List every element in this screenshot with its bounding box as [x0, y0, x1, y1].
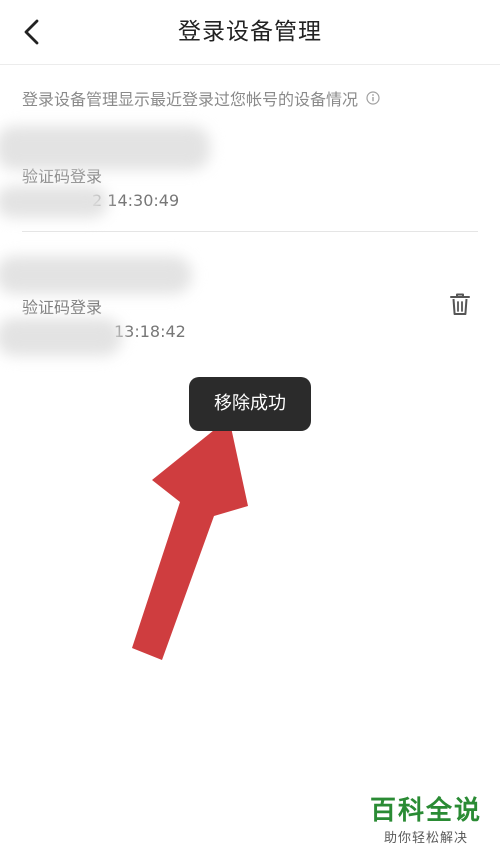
privacy-blur — [0, 126, 210, 170]
privacy-blur — [0, 186, 108, 218]
page-title: 登录设备管理 — [178, 19, 322, 45]
device-time-value: 13:18:42 — [114, 322, 186, 341]
header: 登录设备管理 — [0, 0, 500, 65]
device-divider — [22, 231, 478, 232]
privacy-blur — [0, 318, 122, 356]
page-description: 登录设备管理显示最近登录过您帐号的设备情况 — [22, 86, 380, 110]
pointer-arrow-icon — [132, 418, 248, 660]
privacy-blur — [0, 256, 192, 294]
remove-device-button[interactable] — [449, 292, 471, 316]
watermark-title: 百科全说 — [369, 796, 482, 826]
device-item: 验证码登录 2 14:30:49 — [0, 126, 478, 230]
info-icon[interactable] — [366, 91, 380, 105]
device-login-method: 验证码登录 — [22, 298, 103, 317]
watermark-subtitle: 助你轻松解决 — [383, 831, 468, 846]
description-text: 登录设备管理显示最近登录过您帐号的设备情况 — [22, 90, 359, 109]
watermark-logo: 百科全说 助你轻松解决 — [370, 797, 482, 846]
toast-message: 移除成功 — [189, 377, 311, 431]
trash-icon — [450, 293, 470, 315]
device-item: 验证码登录 13:18:42 — [0, 254, 478, 362]
